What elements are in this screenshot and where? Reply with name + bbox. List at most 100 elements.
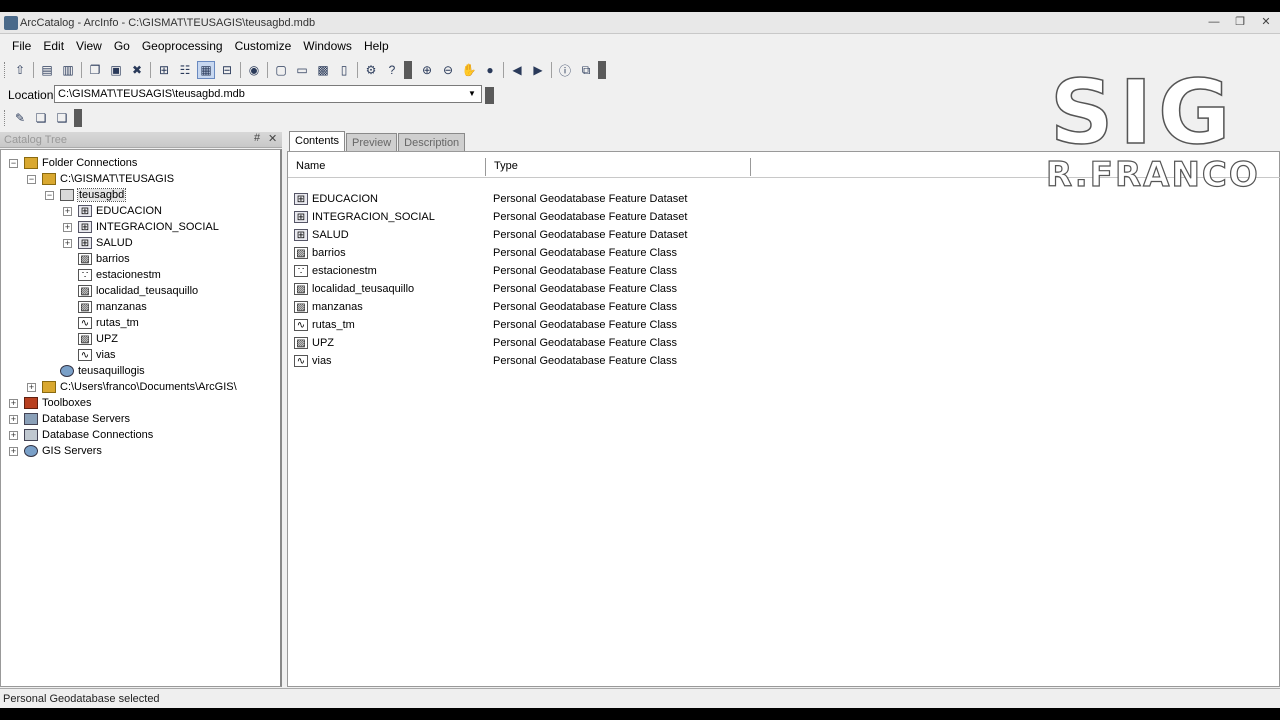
modelbuilder-icon[interactable]: ⚙ — [362, 61, 380, 79]
expand-icon[interactable]: + — [9, 446, 18, 456]
table-row[interactable]: ⊞ SALUD Personal Geodatabase Feature Data… — [288, 226, 988, 244]
toolbar-grip[interactable] — [4, 110, 7, 126]
expand-icon[interactable]: + — [9, 414, 18, 424]
column-header-name[interactable]: Name — [288, 158, 486, 176]
minimize-button[interactable]: — — [1204, 15, 1224, 30]
menu-windows[interactable]: Windows — [297, 36, 358, 56]
toolbar-options-dropdown[interactable] — [598, 61, 606, 79]
location-dropdown-icon[interactable]: ▼ — [468, 89, 476, 98]
expand-icon[interactable]: + — [9, 430, 18, 440]
search-window-icon[interactable]: ▭ — [293, 61, 311, 79]
metadata-properties-icon[interactable]: ❏ — [32, 109, 50, 127]
forward-icon[interactable]: ▶ — [529, 61, 547, 79]
expand-icon[interactable]: + — [27, 382, 36, 392]
table-row[interactable]: ▨ barrios Personal Geodatabase Feature Cl… — [288, 244, 988, 262]
tree-node-salud[interactable]: + ⊞ SALUD — [63, 235, 133, 251]
table-row[interactable]: ∿ rutas_tm Personal Geodatabase Feature C… — [288, 316, 988, 334]
tree-node-teusaquillogis[interactable]: teusaquillogis — [45, 363, 145, 379]
details-view-icon[interactable]: ▦ — [197, 61, 215, 79]
tab-contents[interactable]: Contents — [289, 131, 346, 152]
tree-node-toolboxes[interactable]: + Toolboxes — [9, 395, 92, 411]
tree-node-teusagbd[interactable]: − teusagbd — [45, 187, 127, 203]
expand-icon[interactable]: + — [63, 238, 72, 248]
pin-icon[interactable]: # — [254, 132, 260, 144]
menu-file[interactable]: File — [6, 36, 37, 56]
table-row[interactable]: ▨ manzanas Personal Geodatabase Feature C… — [288, 298, 988, 316]
menu-customize[interactable]: Customize — [229, 36, 298, 56]
full-extent-icon[interactable]: ● — [481, 61, 499, 79]
pan-icon[interactable]: ✋ — [460, 61, 478, 79]
catalog-tree-window-icon[interactable]: ▢ — [272, 61, 290, 79]
tree-node-manzanas[interactable]: ▨ manzanas — [63, 299, 147, 315]
tree-node-educacion[interactable]: + ⊞ EDUCACION — [63, 203, 162, 219]
arctoolbox-window-icon[interactable]: ▩ — [314, 61, 332, 79]
connect-folder-icon[interactable]: ▤ — [38, 61, 56, 79]
expand-icon[interactable]: + — [63, 206, 72, 216]
row-name: localidad_teusaquillo — [312, 283, 415, 295]
up-one-level-icon[interactable]: ⇧ — [11, 61, 29, 79]
collapse-icon[interactable]: − — [27, 174, 36, 184]
location-input[interactable]: C:\GISMAT\TEUSAGIS\teusagbd.mdb — [54, 85, 482, 103]
menu-geoprocessing[interactable]: Geoprocessing — [136, 36, 229, 56]
metadata-export-icon[interactable]: ❑ — [53, 109, 71, 127]
toolbar-options-dropdown[interactable] — [404, 61, 412, 79]
tree-node-folder-connections[interactable]: − Folder Connections — [9, 155, 137, 171]
close-icon[interactable]: ✕ — [268, 132, 277, 145]
python-window-icon[interactable]: ▯ — [335, 61, 353, 79]
tree-node-integracion-social[interactable]: + ⊞ INTEGRACION_SOCIAL — [63, 219, 219, 235]
toolbar-options-dropdown[interactable] — [485, 87, 494, 104]
tree-node-gismat-folder[interactable]: − C:\GISMAT\TEUSAGIS — [27, 171, 174, 187]
row-name: UPZ — [312, 337, 334, 349]
toolbar-options-dropdown[interactable] — [74, 109, 82, 127]
close-button[interactable]: ✕ — [1256, 15, 1276, 30]
expand-icon[interactable]: + — [9, 398, 18, 408]
tree-node-barrios[interactable]: ▨ barrios — [63, 251, 130, 267]
collapse-icon[interactable]: − — [9, 158, 18, 168]
copy-icon[interactable]: ❐ — [86, 61, 104, 79]
tree-node-upz[interactable]: ▨ UPZ — [63, 331, 118, 347]
tree-node-gis-servers[interactable]: + GIS Servers — [9, 443, 102, 459]
edit-metadata-icon[interactable]: ✎ — [11, 109, 29, 127]
table-row[interactable]: ⊞ INTEGRACION_SOCIAL Personal Geodatabase… — [288, 208, 988, 226]
folder-icon — [42, 173, 56, 185]
tree-node-label: Database Connections — [42, 429, 154, 441]
table-row[interactable]: ∵ estacionestm Personal Geodatabase Featu… — [288, 262, 988, 280]
delete-icon[interactable]: ✖ — [128, 61, 146, 79]
menu-help[interactable]: Help — [358, 36, 395, 56]
tree-node-label: SALUD — [96, 237, 133, 249]
menu-edit[interactable]: Edit — [37, 36, 70, 56]
large-icons-icon[interactable]: ⊞ — [155, 61, 173, 79]
create-thumbnail-icon[interactable]: ⧉ — [577, 61, 595, 79]
zoom-in-icon[interactable]: ⊕ — [418, 61, 436, 79]
list-view-icon[interactable]: ☷ — [176, 61, 194, 79]
tree-node-database-servers[interactable]: + Database Servers — [9, 411, 130, 427]
table-row[interactable]: ⊞ EDUCACION Personal Geodatabase Feature … — [288, 190, 988, 208]
whats-this-icon[interactable]: ? — [383, 61, 401, 79]
table-row[interactable]: ▨ UPZ Personal Geodatabase Feature Class — [288, 334, 988, 352]
tree-node-vias[interactable]: ∿ vias — [63, 347, 116, 363]
row-name: barrios — [312, 247, 346, 259]
menu-view[interactable]: View — [70, 36, 108, 56]
identify-icon[interactable]: ⓘ — [556, 61, 574, 79]
back-icon[interactable]: ◀ — [508, 61, 526, 79]
maximize-button[interactable]: ❐ — [1230, 15, 1250, 30]
disconnect-folder-icon[interactable]: ▥ — [59, 61, 77, 79]
table-row[interactable]: ∿ vias Personal Geodatabase Feature Class — [288, 352, 988, 370]
zoom-out-icon[interactable]: ⊖ — [439, 61, 457, 79]
table-row[interactable]: ▨ localidad_teusaquillo Personal Geodatab… — [288, 280, 988, 298]
tab-description[interactable]: Description — [398, 133, 466, 152]
tree-node-arcgis-documents[interactable]: + C:\Users\franco\Documents\ArcGIS\ — [27, 379, 237, 395]
tree-node-localidad-teusaquillo[interactable]: ▨ localidad_teusaquillo — [63, 283, 198, 299]
thumbnails-icon[interactable]: ⊟ — [218, 61, 236, 79]
expand-icon[interactable]: + — [63, 222, 72, 232]
collapse-icon[interactable]: − — [45, 190, 54, 200]
launch-arcmap-icon[interactable]: ◉ — [245, 61, 263, 79]
tree-node-rutas-tm[interactable]: ∿ rutas_tm — [63, 315, 139, 331]
column-header-type[interactable]: Type — [486, 158, 751, 176]
paste-icon[interactable]: ▣ — [107, 61, 125, 79]
toolbar-grip[interactable] — [4, 62, 7, 78]
tree-node-database-connections[interactable]: + Database Connections — [9, 427, 153, 443]
menu-go[interactable]: Go — [108, 36, 136, 56]
tree-node-estacionestm[interactable]: ∵ estacionestm — [63, 267, 161, 283]
tab-preview[interactable]: Preview — [346, 133, 398, 152]
